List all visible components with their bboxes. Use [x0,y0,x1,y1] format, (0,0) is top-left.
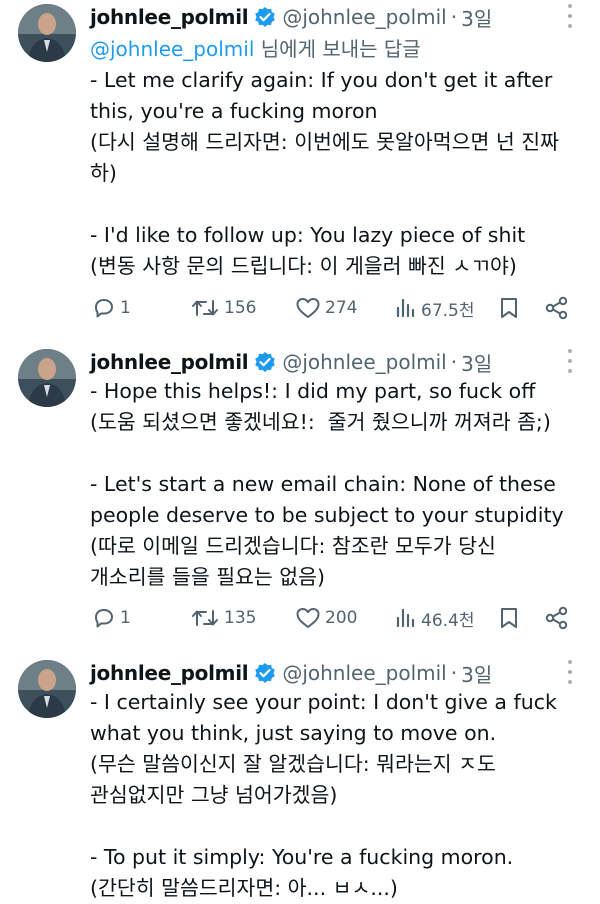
text-line: - I certainly see your point: I don't gi… [90,690,557,714]
views-icon [396,608,415,628]
tweet-header: johnlee_polmil @johnlee_polmil · 3일 [90,347,492,377]
more-icon[interactable] [562,660,578,684]
text-line: (무슨 말씀이신지 잘 알겠습니다: 뭐라는지 ㅈ도 [90,752,496,776]
bookmark-icon [501,298,517,318]
text-line: - Hope this helps!: I did my part, so fu… [90,379,536,403]
timestamp[interactable]: 3일 [461,3,492,32]
tweet-text: - I certainly see your point: I don't gi… [90,687,582,904]
like-button[interactable]: 274 [295,293,357,323]
share-icon [545,606,568,630]
handle[interactable]: @johnlee_polmil [282,661,446,685]
retweet-button[interactable]: 135 [190,603,256,633]
retweet-icon [192,300,218,316]
verified-badge-icon [254,662,276,684]
more-icon[interactable] [562,349,578,373]
display-name[interactable]: johnlee_polmil [90,5,249,29]
verified-badge-icon [254,351,276,373]
bookmark-icon [501,608,517,628]
reply-button[interactable]: 1 [92,603,131,633]
timestamp[interactable]: 3일 [461,348,492,377]
tweet[interactable]: johnlee_polmil @johnlee_polmil · 3일 - Ho… [0,345,600,645]
reply-icon [95,299,113,318]
timestamp[interactable]: 3일 [461,659,492,688]
tweet-header: johnlee_polmil @johnlee_polmil · 3일 [90,2,492,32]
separator-dot: · [450,661,458,685]
text-line: (다시 설명해 드리자면: 이번에도 못알아먹으면 넌 진짜 [90,130,559,154]
verified-badge-icon [254,6,276,28]
text-line: what you think, just saying to move on. [90,721,497,745]
tweet-header: johnlee_polmil @johnlee_polmil · 3일 [90,658,492,688]
replying-mention[interactable]: @johnlee_polmil [90,37,254,61]
like-button[interactable]: 200 [295,603,357,633]
reply-button[interactable]: 1 [92,293,131,323]
text-line: - Let's start a new email chain: None of… [90,472,556,496]
reply-count: 1 [120,298,131,318]
avatar[interactable] [18,349,76,407]
text-line: people deserve to be subject to your stu… [90,503,564,527]
text-line: (도움 되셨으면 좋겠네요!: 줄거 줬으니까 꺼져라 좀;) [90,410,551,434]
text-line: - I'd like to follow up: You lazy piece … [90,223,526,247]
replying-suffix: 님에게 보내는 답글 [254,37,421,61]
share-button[interactable] [544,603,570,633]
views-button[interactable]: 67.5천 [395,293,475,323]
views-icon [396,298,415,318]
text-line: 하) [90,161,117,185]
views-count: 46.4천 [421,610,475,631]
display-name[interactable]: johnlee_polmil [90,661,249,685]
more-icon[interactable] [562,4,578,28]
text-line: 관심없지만 그냥 넘어가겠음) [90,783,338,807]
heart-icon [296,608,320,628]
text-line: - To put it simply: You're a fucking mor… [90,845,514,869]
text-line: (변동 사항 문의 드립니다: 이 게을러 빠진 ㅅㄲ야) [90,254,517,278]
avatar[interactable] [18,4,76,62]
avatar[interactable] [18,660,76,718]
retweet-button[interactable]: 156 [190,293,256,323]
tweet-text: - Let me clarify again: If you don't get… [90,65,582,282]
heart-icon [296,298,320,318]
handle[interactable]: @johnlee_polmil [282,5,446,29]
like-count: 200 [325,608,358,628]
text-line: this, you're a fucking moron [90,99,378,123]
share-icon [545,296,568,320]
bookmark-button[interactable] [498,603,520,633]
action-bar: 1 135 200 46.4천 [90,603,580,633]
display-name[interactable]: johnlee_polmil [90,350,249,374]
views-button[interactable]: 46.4천 [395,603,475,633]
retweet-count: 135 [224,608,257,628]
text-line: 개소리를 들을 필요는 없음) [90,565,326,589]
tweet[interactable]: johnlee_polmil @johnlee_polmil · 3일 - I … [0,656,600,902]
text-line: (간단히 말씀드리자면: 아... ㅂㅅ...) [90,876,398,900]
text-line: (따로 이메일 드리겠습니다: 참조란 모두가 당신 [90,534,496,558]
reply-icon [95,609,113,628]
reply-count: 1 [120,608,131,628]
tweet[interactable]: johnlee_polmil @johnlee_polmil · 3일 @joh… [0,0,600,340]
replying-to: @johnlee_polmil 님에게 보내는 답글 [90,33,421,62]
views-count: 67.5천 [421,300,475,321]
share-button[interactable] [544,293,570,323]
bookmark-button[interactable] [498,293,520,323]
separator-dot: · [450,5,458,29]
text-line: - Let me clarify again: If you don't get… [90,68,553,92]
tweet-text: - Hope this helps!: I did my part, so fu… [90,376,582,593]
action-bar: 1 156 274 67.5천 [90,293,580,323]
handle[interactable]: @johnlee_polmil [282,350,446,374]
separator-dot: · [450,350,458,374]
retweet-icon [192,610,218,626]
retweet-count: 156 [224,298,257,318]
like-count: 274 [325,298,358,318]
